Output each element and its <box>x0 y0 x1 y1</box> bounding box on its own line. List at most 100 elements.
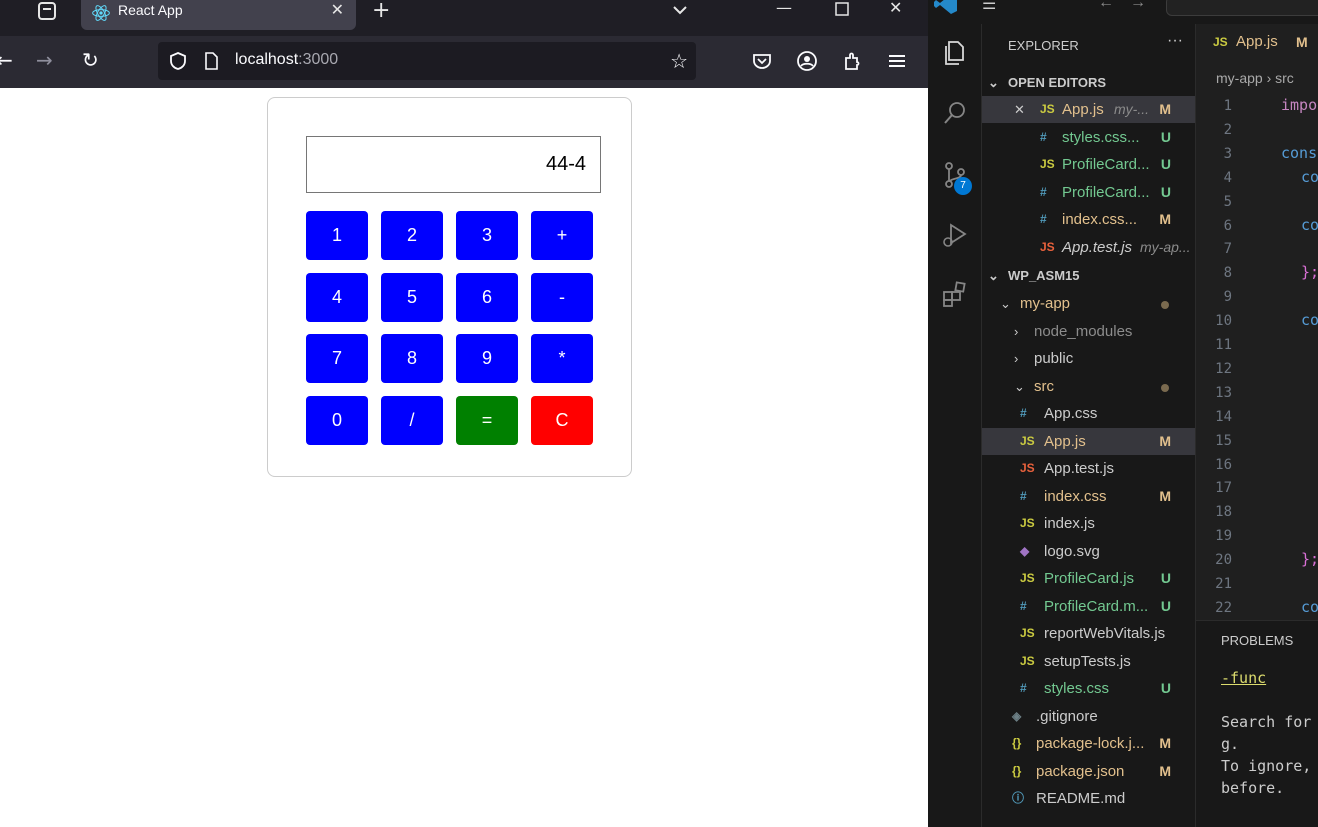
calc-key-6[interactable]: 6 <box>456 273 518 322</box>
calc-key-7[interactable]: - <box>531 273 593 322</box>
extensions-icon[interactable] <box>842 50 864 72</box>
line-number: 15 <box>1215 432 1232 449</box>
calc-key-0[interactable]: 1 <box>306 211 368 260</box>
calc-key-2[interactable]: 3 <box>456 211 518 260</box>
pocket-icon[interactable] <box>751 50 773 72</box>
file-tree-name: public <box>1034 350 1074 367</box>
explorer-files-icon[interactable] <box>940 38 970 68</box>
file-tree-item[interactable]: › node_modules <box>982 318 1195 345</box>
file-tree-item[interactable]: JS setupTests.js <box>982 648 1195 675</box>
breadcrumb-sub[interactable]: src <box>1275 70 1294 86</box>
panel-title[interactable]: PROBLEMS <box>1221 633 1293 648</box>
open-editor-item[interactable]: # styles.css... U <box>982 124 1195 151</box>
vscode-back-icon[interactable]: ← <box>1098 0 1114 12</box>
calc-key-15[interactable]: C <box>531 396 593 445</box>
workspace-header[interactable]: ⌄ WP_ASM15 <box>982 263 1195 289</box>
file-tree-item[interactable]: JS App.test.js <box>982 455 1195 482</box>
file-tree-item[interactable]: # styles.css U <box>982 675 1195 702</box>
file-tree-name: my-app <box>1020 295 1071 312</box>
extensions-icon[interactable] <box>940 280 970 310</box>
file-tree-item[interactable]: JS ProfileCard.js U <box>982 565 1195 592</box>
tab-close-icon[interactable]: ✕ <box>331 0 344 19</box>
git-status-badge: M <box>1159 211 1171 227</box>
file-tree-item[interactable]: # index.css M <box>982 483 1195 510</box>
list-tabs-chevron-icon[interactable] <box>670 0 690 24</box>
calc-key-5[interactable]: 5 <box>381 273 443 322</box>
chevron-right-icon[interactable]: › <box>1014 318 1018 345</box>
calc-key-13[interactable]: / <box>381 396 443 445</box>
browser-tab-active[interactable]: React App ✕ <box>81 0 356 30</box>
file-tree-item[interactable]: ⌄ my-app <box>982 290 1195 317</box>
open-editor-item[interactable]: # ProfileCard... U <box>982 179 1195 206</box>
vscode-menu-icon[interactable]: ☰ <box>982 0 996 14</box>
back-icon[interactable]: ← <box>0 50 13 70</box>
file-type-icon: JS <box>1040 157 1055 171</box>
menu-hamburger-icon[interactable] <box>886 50 908 72</box>
git-status-badge: M <box>1159 762 1171 779</box>
calculator-display[interactable]: 44-4 <box>306 136 601 193</box>
file-tree-name: node_modules <box>1034 322 1133 340</box>
calc-key-12[interactable]: 0 <box>306 396 368 445</box>
line-number: 6 <box>1223 217 1232 234</box>
more-actions-icon[interactable]: ··· <box>1167 32 1183 50</box>
file-type-icon: JS <box>1020 433 1035 448</box>
line-number: 5 <box>1223 193 1232 210</box>
file-tree-item[interactable]: {} package.json M <box>982 758 1195 785</box>
chevron-down-icon[interactable]: ⌄ <box>1000 290 1011 317</box>
new-tab-icon[interactable]: + <box>372 0 390 23</box>
file-tree-item[interactable]: ◈ .gitignore <box>982 703 1195 730</box>
calc-key-10[interactable]: 9 <box>456 334 518 383</box>
account-icon[interactable] <box>796 50 818 72</box>
reload-icon[interactable]: ↻ <box>82 50 99 70</box>
maximize-icon[interactable] <box>834 0 850 22</box>
open-editor-item[interactable]: # index.css... M <box>982 206 1195 233</box>
command-center-search[interactable] <box>1166 0 1318 16</box>
line-number: 2 <box>1223 121 1232 138</box>
calc-key-8[interactable]: 7 <box>306 334 368 383</box>
breadcrumb-folder[interactable]: my-app <box>1216 70 1263 86</box>
file-tree-item[interactable]: JS App.js M <box>982 427 1195 455</box>
run-debug-icon[interactable] <box>940 220 970 250</box>
file-tree-item[interactable]: # ProfileCard.m... U <box>982 593 1195 620</box>
firefox-view-icon[interactable] <box>34 0 60 24</box>
chevron-down-icon[interactable]: ⌄ <box>1014 373 1025 400</box>
open-editor-item[interactable]: ✕ JS App.js my-... M <box>982 96 1195 123</box>
forward-icon[interactable]: → <box>36 50 53 70</box>
close-icon[interactable]: ✕ <box>1014 96 1025 123</box>
file-tree-item[interactable]: JS index.js <box>982 510 1195 537</box>
calc-key-9[interactable]: 8 <box>381 334 443 383</box>
calc-key-14[interactable]: = <box>456 396 518 445</box>
vscode-forward-icon[interactable]: → <box>1130 0 1146 12</box>
panel-line: Search for <box>1221 713 1312 731</box>
bookmark-star-icon[interactable]: ☆ <box>670 49 688 73</box>
page-info-icon[interactable] <box>204 52 218 70</box>
git-status-badge: U <box>1160 183 1171 200</box>
shield-icon[interactable] <box>168 51 188 71</box>
file-tree-name: logo.svg <box>1044 542 1100 560</box>
file-tree-item[interactable]: JS reportWebVitals.js <box>982 620 1195 647</box>
calc-key-11[interactable]: * <box>531 334 593 383</box>
file-tree-item[interactable]: {} package-lock.j... M <box>982 730 1195 757</box>
minimize-icon[interactable]: — <box>776 0 792 17</box>
editor-tab-app-js[interactable]: JS App.js M <box>1196 24 1318 60</box>
open-editor-item[interactable]: JS App.test.js my-ap... <box>982 234 1195 261</box>
file-tree-name: ProfileCard.m... <box>1044 597 1149 615</box>
file-tree-item[interactable]: › public <box>982 345 1195 372</box>
open-editors-header[interactable]: ⌄ OPEN EDITORS <box>982 70 1195 96</box>
chevron-right-icon[interactable]: › <box>1014 345 1018 372</box>
file-type-icon: JS <box>1020 571 1035 585</box>
calc-key-4[interactable]: 4 <box>306 273 368 322</box>
file-type-icon: # <box>1020 681 1027 695</box>
window-close-icon[interactable]: ✕ <box>889 0 902 17</box>
calc-key-1[interactable]: 2 <box>381 211 443 260</box>
file-tree-item[interactable]: # App.css <box>982 400 1195 427</box>
code-fragment: co <box>1301 215 1318 234</box>
open-editor-item[interactable]: JS ProfileCard... U <box>982 151 1195 178</box>
calc-key-3[interactable]: + <box>531 211 593 260</box>
url-bar[interactable]: localhost:3000 ☆ <box>158 42 696 80</box>
file-tree-item[interactable]: ⓘ README.md <box>982 785 1195 812</box>
file-tree-item[interactable]: ⌄ src <box>982 373 1195 400</box>
file-tree-item[interactable]: ◆ logo.svg <box>982 538 1195 565</box>
search-icon[interactable] <box>940 98 970 128</box>
file-tree-name: package-lock.j... <box>1036 735 1145 752</box>
